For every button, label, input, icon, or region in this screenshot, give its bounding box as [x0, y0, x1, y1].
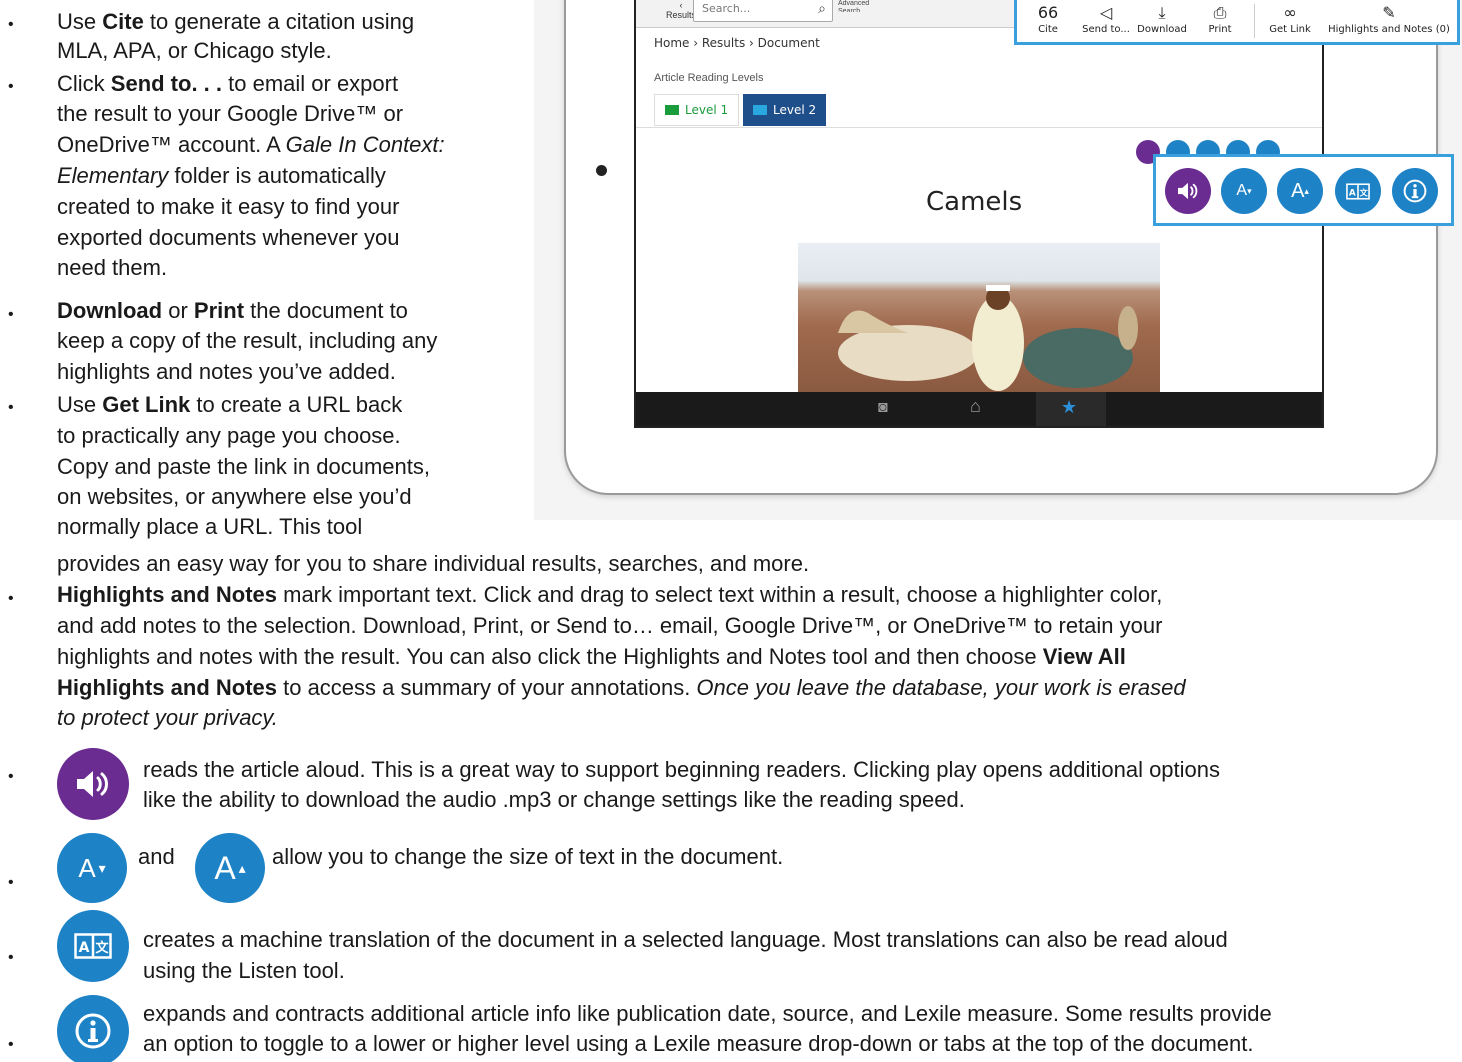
link-icon: ∞: [1283, 3, 1297, 22]
info-icon: [57, 995, 129, 1062]
quote-icon: 66: [1037, 3, 1059, 22]
reading-levels-label: Article Reading Levels: [654, 72, 764, 84]
tab-level-1[interactable]: Level 1: [654, 94, 740, 126]
send-line-3: OneDrive™ account. A Gale In Context:: [57, 132, 445, 157]
download-line-1: Download or Print the document to: [57, 298, 408, 323]
send-icon: ◁: [1099, 3, 1113, 22]
info-line-1: expands and contracts additional article…: [143, 1001, 1272, 1026]
bullet-dot: •: [8, 399, 14, 416]
highlights-line-3: highlights and notes with the result. Yo…: [57, 644, 1126, 669]
info-line-2: an option to toggle to a lower or higher…: [143, 1031, 1254, 1056]
highlights-label: Highlights and Notes (0): [1328, 24, 1450, 35]
cite-line-1: Use Cite to generate a citation using: [57, 9, 415, 34]
send-line-5: created to make it easy to find your: [57, 194, 400, 219]
highlights-line-4: Highlights and Notes to access a summary…: [57, 675, 1186, 700]
print-tool[interactable]: ⎙ Print: [1191, 2, 1249, 35]
callout-info-icon[interactable]: [1392, 168, 1438, 214]
text-smaller-icon: A ▾: [57, 833, 127, 903]
cite-label: Cite: [1038, 24, 1058, 35]
getlink-line-6: provides an easy way for you to share in…: [57, 551, 810, 576]
back-to-results[interactable]: ‹ Results: [666, 0, 696, 20]
search-placeholder: Search...: [702, 2, 751, 15]
send-line-4: Elementary folder is automatically: [57, 163, 386, 188]
highlights-line-2: and add notes to the selection. Download…: [57, 613, 1163, 638]
text-larger-icon: A ▴: [195, 833, 265, 903]
callout-larger-icon[interactable]: A ▴: [1277, 168, 1323, 214]
bullet-dot: •: [8, 874, 14, 891]
size-and: and: [138, 844, 175, 869]
download-line-3: highlights and notes you’ve added.: [57, 359, 396, 384]
callout-translate-icon[interactable]: A文: [1335, 168, 1381, 214]
breadcrumb: Home › Results › Document: [654, 36, 820, 50]
chevron-left-icon: ‹: [679, 0, 683, 10]
download-label: Download: [1137, 24, 1187, 35]
send-line-7: need them.: [57, 255, 168, 280]
translate-icon: A文: [57, 910, 129, 982]
send-label: Send to...: [1082, 24, 1130, 35]
highlights-notes-tool[interactable]: ✎ Highlights and Notes (0): [1321, 2, 1457, 35]
cite-line-2: MLA, APA, or Chicago style.: [57, 38, 332, 63]
send-line-2: the result to your Google Drive™ or: [57, 101, 404, 126]
size-line-1: allow you to change the size of text in …: [272, 844, 784, 869]
bullet-dot: •: [8, 78, 14, 95]
highlights-line-1: Highlights and Notes mark important text…: [57, 582, 1163, 607]
listen-line-1: reads the article aloud. This is a great…: [143, 757, 1221, 782]
download-icon: ⤓: [1158, 3, 1166, 22]
getlink-line-1: Use Get Link to create a URL back: [57, 392, 403, 417]
home-icon[interactable]: ⌂: [970, 396, 981, 417]
translate-line-1: creates a machine translation of the doc…: [143, 927, 1228, 952]
highlights-line-5: to protect your privacy.: [57, 705, 278, 730]
getlink-line-3: Copy and paste the link in documents,: [57, 454, 431, 479]
star-icon: ★: [1061, 397, 1078, 417]
camel-photo: [798, 243, 1160, 393]
highlighter-icon: ✎: [1382, 3, 1396, 22]
bullet-dot: •: [8, 16, 14, 33]
document-title: Camels: [926, 187, 1023, 217]
favorites-tab[interactable]: ★: [1036, 392, 1106, 426]
print-icon: ⎙: [1213, 3, 1227, 22]
doc-tools-callout: A ▾ A ▴ A文: [1153, 154, 1454, 226]
send-line-1: Click Send to. . . to email or export: [57, 71, 399, 96]
getlink-line-5: normally place a URL. This tool: [57, 514, 363, 539]
get-link-label: Get Link: [1269, 24, 1311, 35]
listen-line-2: like the ability to download the audio .…: [143, 787, 965, 812]
results-label: Results: [666, 10, 697, 20]
bullet-dot: •: [8, 590, 14, 607]
translate-line-2: using the Listen tool.: [143, 958, 345, 983]
getlink-line-2: to practically any page you choose.: [57, 423, 401, 448]
level-2-icon: [753, 105, 767, 115]
download-tool[interactable]: ⤓ Download: [1133, 2, 1191, 35]
download-line-2: keep a copy of the result, including any: [57, 328, 438, 353]
search-input[interactable]: Search... ⌕: [693, 0, 833, 22]
bullet-dot: •: [8, 306, 14, 323]
svg-text:A: A: [79, 940, 90, 956]
search-icon[interactable]: ⌕: [818, 0, 826, 17]
cite-tool[interactable]: 66 Cite: [1019, 2, 1077, 35]
svg-text:文: 文: [95, 940, 109, 956]
bullet-dot: •: [8, 1036, 14, 1053]
send-line-6: exported documents whenever you: [57, 225, 400, 250]
getlink-line-4: on websites, or anywhere else you’d: [57, 484, 412, 509]
bullet-dot: •: [8, 949, 14, 966]
camera-icon[interactable]: ◙: [878, 399, 888, 417]
ipad-bottom-bar: ◙ ⌂ ★: [636, 392, 1322, 426]
tab-level-2[interactable]: Level 2: [743, 94, 827, 126]
get-link-tool[interactable]: ∞ Get Link: [1261, 2, 1319, 35]
svg-text:A: A: [1349, 188, 1356, 198]
level-2-label: Level 2: [773, 103, 817, 117]
callout-listen-icon[interactable]: [1165, 168, 1211, 214]
advanced-search-link[interactable]: Advanced Search: [838, 0, 878, 12]
tools-callout: 66 Cite ◁ Send to... ⤓ Download ⎙ Print ∞ Get…: [1014, 0, 1460, 45]
ipad-camera-dot: [596, 165, 607, 176]
tool-divider: [1254, 4, 1255, 38]
callout-smaller-icon[interactable]: A ▾: [1221, 168, 1267, 214]
svg-text:文: 文: [1360, 187, 1369, 197]
print-label: Print: [1208, 24, 1232, 35]
level-1-label: Level 1: [685, 103, 729, 117]
send-to-tool[interactable]: ◁ Send to...: [1077, 2, 1135, 35]
bullet-dot: •: [8, 768, 14, 785]
ipad-illustration: ‹ Results Search... ⌕ Advanced Search Hom…: [534, 0, 1462, 520]
listen-speaker-icon: [57, 748, 129, 820]
level-1-icon: [665, 105, 679, 115]
